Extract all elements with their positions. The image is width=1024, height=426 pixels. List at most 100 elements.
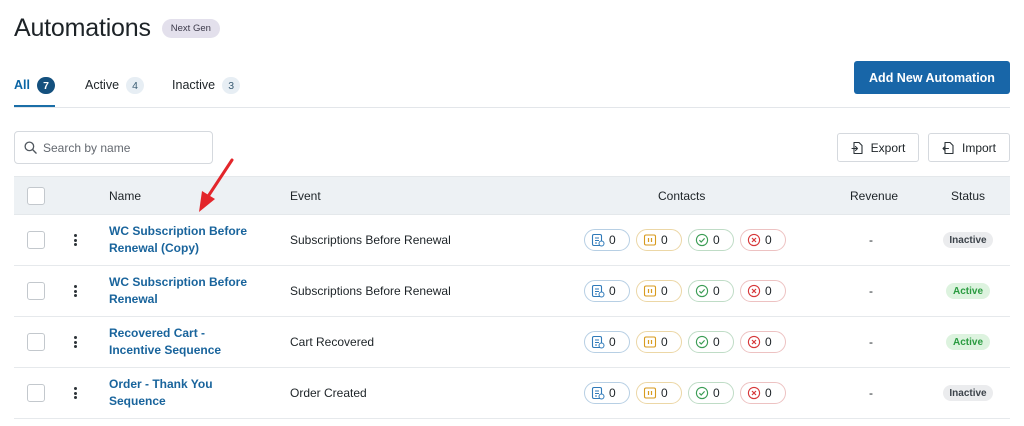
completed-check-icon [695, 386, 709, 400]
contacts-queued-pill[interactable]: 0 [584, 229, 630, 251]
automation-name-line: Renewal [109, 292, 158, 306]
completed-check-icon [695, 335, 709, 349]
contacts-completed-pill[interactable]: 0 [688, 382, 734, 404]
contacts-cell: 0 0 0 0 [584, 382, 786, 404]
tab-active[interactable]: Active 4 [84, 74, 145, 107]
search-placeholder: Search by name [43, 140, 131, 155]
row-checkbox[interactable] [27, 333, 45, 351]
export-button[interactable]: Export [837, 133, 919, 162]
paused-icon [643, 234, 657, 246]
select-all-checkbox[interactable] [27, 186, 45, 205]
contacts-queued-count: 0 [609, 386, 616, 400]
contacts-queued-icon [591, 284, 605, 298]
contacts-queued-pill[interactable]: 0 [584, 331, 630, 353]
import-icon [942, 141, 954, 154]
contacts-failed-count: 0 [765, 233, 772, 247]
contacts-failed-count: 0 [765, 335, 772, 349]
automation-name-line: WC Subscription Before [109, 275, 248, 289]
export-icon [851, 141, 863, 154]
tab-all-count: 7 [36, 77, 55, 94]
tab-inactive[interactable]: Inactive 3 [172, 74, 241, 107]
row-actions-menu-icon[interactable] [70, 333, 80, 351]
contacts-completed-pill[interactable]: 0 [688, 331, 734, 353]
paused-icon [643, 285, 657, 297]
page-header: Automations Next Gen [14, 14, 220, 43]
contacts-completed-count: 0 [713, 284, 720, 298]
page-title: Automations [14, 14, 151, 42]
status-badge: Active [946, 283, 990, 299]
contacts-failed-pill[interactable]: 0 [740, 229, 786, 251]
export-label: Export [870, 140, 906, 155]
contacts-completed-count: 0 [713, 386, 720, 400]
completed-check-icon [695, 284, 709, 298]
event-cell: Order Created [290, 386, 367, 400]
contacts-completed-pill[interactable]: 0 [688, 229, 734, 251]
contacts-queued-pill[interactable]: 0 [584, 382, 630, 404]
table-row: WC Subscription Before Renewal (Copy) Su… [14, 215, 1010, 266]
contacts-paused-count: 0 [661, 335, 668, 349]
row-checkbox[interactable] [27, 282, 45, 300]
contacts-completed-pill[interactable]: 0 [688, 280, 734, 302]
contacts-failed-pill[interactable]: 0 [740, 331, 786, 353]
table-header: Name Event Contacts Revenue Status [14, 176, 1010, 215]
completed-check-icon [695, 233, 709, 247]
contacts-paused-pill[interactable]: 0 [636, 280, 682, 302]
revenue-cell: - [869, 386, 873, 400]
row-checkbox[interactable] [27, 231, 45, 249]
contacts-queued-pill[interactable]: 0 [584, 280, 630, 302]
tabs-divider [14, 107, 1010, 108]
table-row: Recovered Cart - Incentive Sequence Cart… [14, 317, 1010, 368]
paused-icon [643, 387, 657, 399]
contacts-paused-count: 0 [661, 386, 668, 400]
revenue-cell: - [869, 284, 873, 298]
contacts-failed-count: 0 [765, 284, 772, 298]
contacts-paused-count: 0 [661, 233, 668, 247]
row-actions-menu-icon[interactable] [70, 384, 80, 402]
status-badge: Active [946, 334, 990, 350]
contacts-queued-count: 0 [609, 335, 616, 349]
event-cell: Cart Recovered [290, 335, 375, 349]
row-checkbox[interactable] [27, 384, 45, 402]
automation-name-link[interactable]: WC Subscription Before Renewal (Copy) [109, 223, 269, 257]
row-actions-menu-icon[interactable] [70, 282, 80, 300]
tab-all-label: All [14, 78, 30, 92]
search-input[interactable]: Search by name [14, 131, 213, 164]
tab-all[interactable]: All 7 [14, 74, 55, 107]
add-new-automation-button[interactable]: Add New Automation [854, 61, 1010, 94]
table-row: WC Subscription Before Renewal Subscript… [14, 266, 1010, 317]
contacts-failed-pill[interactable]: 0 [740, 280, 786, 302]
contacts-failed-count: 0 [765, 386, 772, 400]
failed-x-icon [747, 386, 761, 400]
automation-name-link[interactable]: Order - Thank You Sequence [109, 376, 269, 410]
row-actions-menu-icon[interactable] [70, 231, 80, 249]
event-cell: Subscriptions Before Renewal [290, 233, 451, 247]
tab-inactive-label: Inactive [172, 78, 216, 92]
contacts-queued-count: 0 [609, 284, 616, 298]
failed-x-icon [747, 233, 761, 247]
tab-active-label: Active [84, 78, 120, 92]
failed-x-icon [747, 335, 761, 349]
contacts-queued-icon [591, 386, 605, 400]
filter-tabs: All 7 Active 4 Inactive 3 [14, 74, 268, 107]
contacts-failed-pill[interactable]: 0 [740, 382, 786, 404]
contacts-paused-pill[interactable]: 0 [636, 382, 682, 404]
automation-name-link[interactable]: Recovered Cart - Incentive Sequence [109, 325, 269, 359]
paused-icon [643, 336, 657, 348]
contacts-queued-icon [591, 335, 605, 349]
col-name[interactable]: Name [109, 189, 141, 203]
import-button[interactable]: Import [928, 133, 1010, 162]
automation-name-link[interactable]: WC Subscription Before Renewal [109, 274, 269, 308]
contacts-paused-pill[interactable]: 0 [636, 229, 682, 251]
tab-active-count: 4 [126, 77, 145, 94]
search-icon [24, 141, 37, 154]
status-badge: Inactive [943, 385, 993, 401]
table-row: Order - Thank You Sequence Order Created… [14, 368, 1010, 419]
contacts-completed-count: 0 [713, 233, 720, 247]
contacts-completed-count: 0 [713, 335, 720, 349]
automation-name-line: Sequence [109, 394, 166, 408]
revenue-cell: - [869, 233, 873, 247]
automation-name-line: Incentive Sequence [109, 343, 222, 357]
contacts-paused-pill[interactable]: 0 [636, 331, 682, 353]
status-badge: Inactive [943, 232, 993, 248]
automation-name-line: Renewal (Copy) [109, 241, 200, 255]
